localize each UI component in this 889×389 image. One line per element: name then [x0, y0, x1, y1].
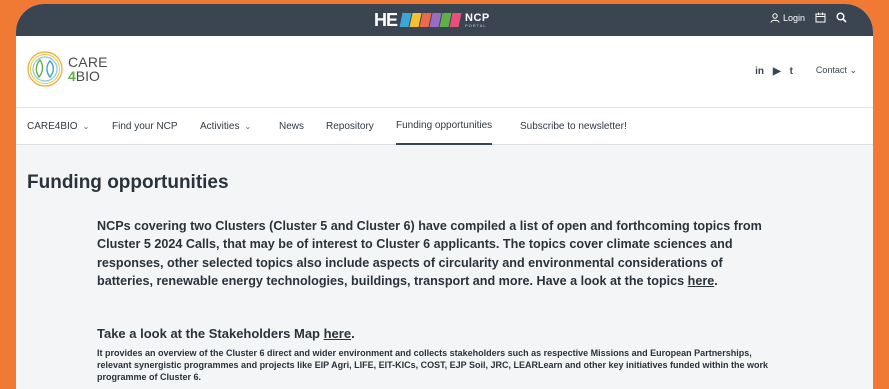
- nav-item-subscribe[interactable]: Subscribe to newsletter!: [520, 108, 627, 145]
- nav-label: News: [279, 121, 305, 132]
- stakeholders-heading-end: .: [351, 326, 355, 341]
- nav-label: Repository: [326, 121, 374, 132]
- main-nav: CARE4BIO ⌄ Find your NCP Activities ⌄ News…: [16, 108, 873, 145]
- browser-frame: HE NCP PORTAL Login CARE 4BIO in ▶ t Con…: [16, 4, 873, 389]
- site-header: CARE 4BIO in ▶ t Contact ⌄: [16, 36, 873, 108]
- chevron-down-icon: ⌄: [244, 122, 252, 131]
- intro-paragraph: NCPs covering two Clusters (Cluster 5 an…: [97, 217, 777, 290]
- user-icon: [770, 12, 780, 23]
- portal-topbar: HE NCP PORTAL Login: [16, 4, 873, 36]
- nav-item-repository[interactable]: Repository: [326, 108, 374, 145]
- brand-four: 4: [68, 68, 76, 84]
- chevron-down-icon: ⌄: [849, 65, 857, 75]
- he-logo-mark: HE: [374, 9, 398, 30]
- intro-text: NCPs covering two Clusters (Cluster 5 an…: [97, 219, 762, 288]
- login-link[interactable]: Login: [770, 13, 805, 23]
- nav-label: Find your NCP: [112, 121, 178, 132]
- youtube-icon[interactable]: ▶: [773, 66, 781, 77]
- stakeholders-heading: Take a look at the Stakeholders Map here…: [97, 326, 355, 341]
- portal-logo-subtext: PORTAL: [465, 22, 487, 28]
- nav-item-find-ncp[interactable]: Find your NCP: [112, 108, 178, 145]
- nav-label: Funding opportunities: [396, 120, 493, 131]
- chevron-down-icon: ⌄: [82, 122, 90, 131]
- nav-item-activities[interactable]: Activities ⌄: [200, 108, 251, 145]
- nav-item-funding-opportunities[interactable]: Funding opportunities: [396, 108, 493, 145]
- social-links: in ▶ t: [755, 66, 793, 77]
- search-icon[interactable]: [836, 12, 847, 23]
- leaf-logo-icon: [27, 51, 63, 87]
- nav-item-news[interactable]: News: [279, 108, 304, 145]
- login-label: Login: [782, 12, 805, 23]
- nav-label: Subscribe to newsletter!: [520, 121, 627, 132]
- contact-label: Contact: [815, 65, 847, 75]
- portal-logo-text: NCP: [465, 11, 490, 24]
- brand-name-line1: CARE: [68, 54, 108, 70]
- nav-label: Activities: [200, 121, 240, 132]
- brand-bio: BIO: [75, 68, 100, 84]
- nav-label: CARE4BIO: [27, 121, 78, 132]
- linkedin-icon[interactable]: in: [755, 66, 764, 77]
- twitter-icon[interactable]: t: [790, 66, 793, 77]
- nav-item-care4bio[interactable]: CARE4BIO ⌄: [27, 108, 89, 145]
- page-title: Funding opportunities: [27, 172, 229, 193]
- stakeholders-map-link[interactable]: here: [324, 326, 351, 341]
- ncp-portal-logo[interactable]: HE NCP PORTAL: [374, 10, 490, 30]
- intro-end: .: [714, 273, 718, 288]
- calendar-icon[interactable]: [815, 12, 826, 23]
- care4bio-logo[interactable]: CARE 4BIO: [26, 50, 108, 88]
- stakeholders-heading-text: Take a look at the Stakeholders Map: [97, 326, 324, 341]
- stakeholders-description: It provides an overview of the Cluster 6…: [97, 348, 769, 382]
- color-stripes-icon: [399, 13, 462, 27]
- contact-menu[interactable]: Contact ⌄: [816, 65, 857, 76]
- topics-here-link[interactable]: here: [688, 274, 715, 288]
